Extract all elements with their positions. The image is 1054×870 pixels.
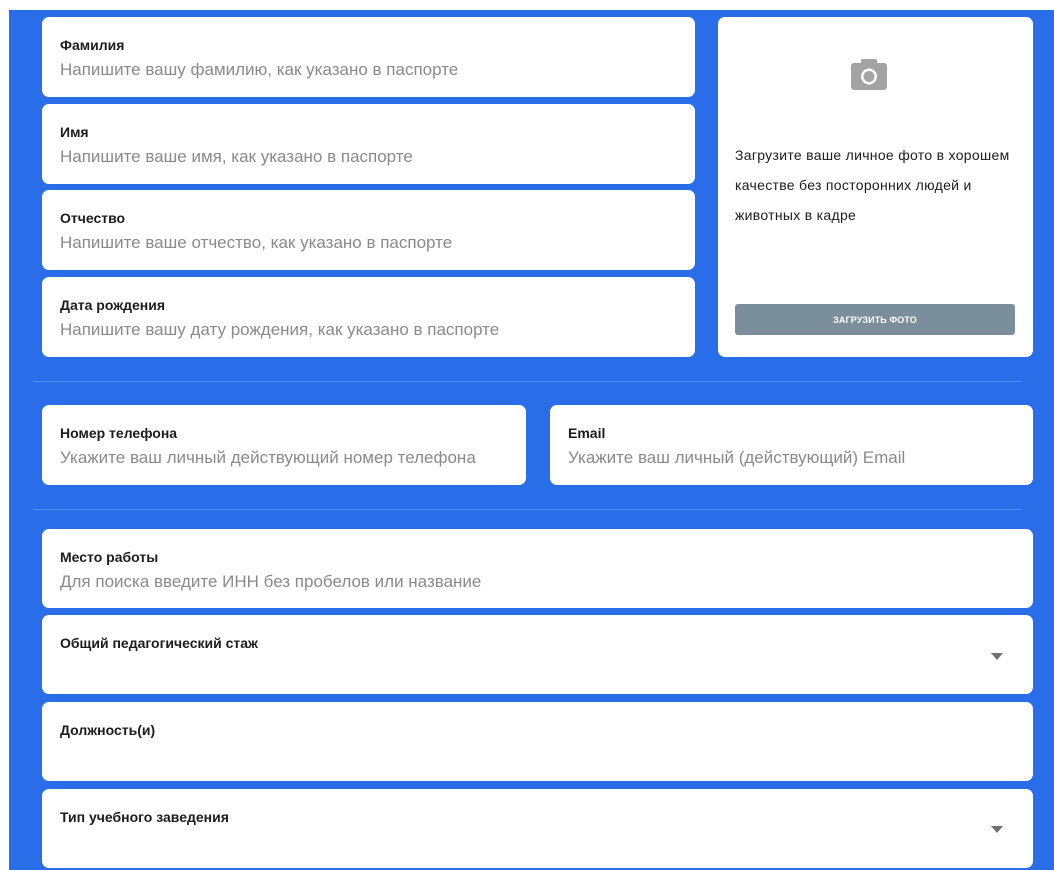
positions-field[interactable]: Должность(и) [42, 702, 1033, 781]
chevron-down-icon[interactable] [991, 653, 1003, 660]
institution-type-select[interactable]: Тип учебного заведения [42, 789, 1033, 868]
phone-input[interactable] [60, 447, 508, 469]
patronymic-field[interactable]: Отчество [42, 190, 695, 270]
birth-date-input[interactable] [60, 319, 677, 341]
section-divider [33, 381, 1022, 382]
first-name-input[interactable] [60, 146, 677, 168]
birth-date-field[interactable]: Дата рождения [42, 277, 695, 357]
last-name-label: Фамилия [60, 37, 125, 53]
institution-type-label: Тип учебного заведения [60, 809, 229, 825]
camera-icon[interactable] [851, 59, 887, 90]
email-field[interactable]: Email [550, 405, 1033, 485]
phone-label: Номер телефона [60, 425, 178, 441]
first-name-field[interactable]: Имя [42, 104, 695, 184]
photo-upload-instructions: Загрузите ваше личное фото в хорошем кач… [735, 147, 1010, 223]
positions-label: Должность(и) [60, 722, 156, 738]
workplace-field[interactable]: Место работы [42, 529, 1033, 608]
patronymic-label: Отчество [60, 210, 126, 226]
experience-label: Общий педагогический стаж [60, 635, 258, 651]
upload-photo-button[interactable]: ЗАГРУЗИТЬ ФОТО [735, 304, 1015, 335]
experience-select[interactable]: Общий педагогический стаж [42, 615, 1033, 694]
first-name-label: Имя [60, 124, 89, 140]
email-input[interactable] [568, 447, 1015, 469]
last-name-input[interactable] [60, 59, 677, 81]
workplace-search-input[interactable] [60, 571, 1015, 593]
section-divider [33, 509, 1022, 510]
phone-field[interactable]: Номер телефона [42, 405, 526, 485]
birth-date-label: Дата рождения [60, 297, 166, 313]
last-name-field[interactable]: Фамилия [42, 17, 695, 97]
chevron-down-icon[interactable] [991, 826, 1003, 833]
patronymic-input[interactable] [60, 232, 677, 254]
photo-upload-card: Загрузите ваше личное фото в хорошем кач… [718, 17, 1033, 357]
email-label: Email [568, 425, 606, 441]
workplace-label: Место работы [60, 549, 159, 565]
